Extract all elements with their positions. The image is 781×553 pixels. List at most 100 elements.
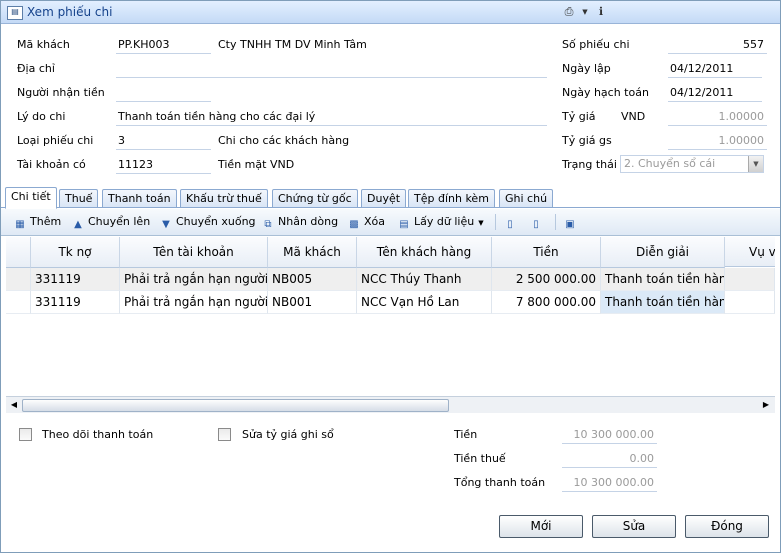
title-bar: ▤ Xem phiếu chi ⎙ ▼ ℹ — [1, 1, 780, 24]
chevron-down-icon[interactable]: ▼ — [748, 156, 763, 172]
column-header[interactable]: Tiền — [492, 237, 601, 268]
status-label: Trạng thái — [562, 158, 617, 171]
move-down-button[interactable]: ▼ Chuyển xuống — [159, 214, 256, 230]
tab-chi-tiet[interactable]: Chi tiết — [5, 187, 57, 209]
delete-icon: ▩ — [349, 219, 359, 230]
table-cell[interactable]: NB005 — [268, 268, 357, 291]
reason-field[interactable]: Thanh toán tiền hàng cho các đại lý — [116, 108, 547, 126]
info-icon[interactable]: ℹ — [593, 5, 609, 19]
dropdown-arrow-icon: ▼ — [478, 219, 484, 227]
window-title: Xem phiếu chi — [27, 5, 113, 19]
print-dropdown-icon[interactable]: ▼ — [577, 5, 593, 19]
tab-tep-dinh-kem[interactable]: Tệp đính kèm — [408, 189, 495, 207]
get-data-icon: ▤ — [399, 219, 409, 230]
voucher-type-field[interactable]: 3 — [116, 132, 211, 150]
table-cell[interactable]: NB001 — [268, 291, 357, 314]
column-header[interactable]: Tên tài khoản — [120, 237, 268, 268]
total-field: 10 300 000.00 — [562, 474, 657, 492]
tab-thue[interactable]: Thuế — [59, 189, 99, 207]
row-selector[interactable] — [6, 291, 31, 314]
import-up-button[interactable]: ▯ — [503, 214, 520, 230]
table-cell[interactable]: NCC Vạn Hồ Lan — [357, 291, 492, 314]
move-down-label: Chuyển xuống — [176, 215, 256, 228]
window-icon: ▤ — [7, 6, 23, 20]
voucher-type-name: Chi cho các khách hàng — [218, 134, 350, 147]
tab-chung-tu-goc[interactable]: Chứng từ gốc — [272, 189, 358, 207]
status-select-value: 2. Chuyển sổ cái — [624, 157, 716, 170]
horizontal-scrollbar[interactable]: ◀ ▶ — [6, 396, 775, 413]
delete-row-button[interactable]: ▩ Xóa — [347, 214, 385, 230]
exchange-rate-label: Tỷ giá — [562, 110, 596, 123]
status-select[interactable]: 2. Chuyển sổ cái ▼ — [620, 155, 764, 173]
table-cell[interactable]: 7 800 000.00 — [492, 291, 601, 314]
customer-code-field[interactable]: PP.KH003 — [116, 36, 211, 54]
close-button[interactable]: Đóng — [685, 515, 769, 538]
new-button[interactable]: Mới — [499, 515, 583, 538]
scroll-left-icon[interactable]: ◀ — [7, 398, 21, 412]
table-cell[interactable]: 331119 — [31, 268, 120, 291]
export-icon: ▣ — [565, 219, 575, 230]
add-row-label: Thêm — [30, 215, 62, 228]
table-cell[interactable] — [725, 291, 775, 314]
created-date-label: Ngày lập — [562, 62, 611, 75]
table-cell[interactable] — [725, 268, 775, 291]
reason-label: Lý do chi — [17, 110, 66, 123]
table-cell[interactable]: Thanh toán tiền hàng — [601, 268, 725, 291]
voucher-window: ▤ Xem phiếu chi ⎙ ▼ ℹ Mã khách PP.KH003 … — [0, 0, 781, 553]
posting-date-label: Ngày hạch toán — [562, 86, 649, 99]
table-cell[interactable]: 2 500 000.00 — [492, 268, 601, 291]
tab-duyet[interactable]: Duyệt — [361, 189, 407, 207]
duplicate-icon: ⧉ — [264, 219, 272, 230]
table-cell[interactable]: 331119 — [31, 291, 120, 314]
tax-amount-label: Tiền thuế — [454, 452, 506, 465]
column-header[interactable]: Diễn giải — [601, 237, 725, 268]
scroll-thumb[interactable] — [22, 399, 449, 412]
print-icon[interactable]: ⎙ — [561, 5, 577, 19]
voucher-header: Mã khách PP.KH003 Cty TNHH TM DV Minh Tâ… — [1, 24, 780, 184]
posting-date-field[interactable]: 04/12/2011 — [668, 84, 762, 102]
track-payment-checkbox[interactable] — [19, 428, 32, 441]
add-row-icon: ▦ — [15, 219, 25, 230]
get-data-label: Lấy dữ liệu — [414, 215, 475, 228]
get-data-button[interactable]: ▤ Lấy dữ liệu ▼ — [397, 214, 484, 230]
receiver-field[interactable] — [116, 84, 211, 102]
column-header[interactable]: Mã khách — [268, 237, 357, 268]
amount-field: 10 300 000.00 — [562, 426, 657, 444]
customer-name: Cty TNHH TM DV Minh Tâm — [218, 38, 367, 51]
export-button[interactable]: ▣ — [563, 214, 580, 230]
address-field[interactable] — [116, 60, 547, 78]
credit-account-field[interactable]: 11123 — [116, 156, 211, 174]
edit-rate-checkbox[interactable] — [218, 428, 231, 441]
exchange-rate-field[interactable]: 1.00000 — [668, 108, 767, 126]
toolbar-separator — [555, 214, 556, 230]
currency-code[interactable]: VND — [621, 108, 645, 125]
credit-account-label: Tài khoản có — [17, 158, 86, 171]
scroll-right-icon[interactable]: ▶ — [759, 398, 773, 412]
import-down-button[interactable]: ▯ — [529, 214, 546, 230]
add-row-button[interactable]: ▦ Thêm — [13, 214, 61, 230]
book-rate-field[interactable]: 1.00000 — [668, 132, 767, 150]
move-up-button[interactable]: ▲ Chuyển lên — [71, 214, 150, 230]
created-date-field[interactable]: 04/12/2011 — [668, 60, 762, 78]
table-cell[interactable]: NCC Thúy Thanh — [357, 268, 492, 291]
amount-label: Tiền — [454, 428, 478, 441]
table-cell[interactable]: Phải trả ngắn hạn người — [120, 291, 268, 314]
detail-grid: Tk nợ Tên tài khoản Mã khách Tên khách h… — [6, 237, 775, 395]
tab-khau-tru-thue[interactable]: Khấu trừ thuế — [180, 189, 268, 207]
address-label: Địa chỉ — [17, 62, 55, 75]
table-cell-selected[interactable]: Thanh toán tiền hàng — [601, 291, 725, 314]
column-header[interactable]: Tk nợ — [31, 237, 120, 268]
table-cell[interactable]: Phải trả ngắn hạn người — [120, 268, 268, 291]
edit-rate-label: Sửa tỷ giá ghi sổ — [242, 428, 334, 441]
duplicate-row-button[interactable]: ⧉ Nhân dòng — [261, 214, 338, 230]
duplicate-row-label: Nhân dòng — [278, 215, 339, 228]
arrow-down-icon: ▼ — [162, 219, 170, 230]
tab-thanh-toan[interactable]: Thanh toán — [102, 189, 177, 207]
edit-button[interactable]: Sửa — [592, 515, 676, 538]
column-header[interactable]: Tên khách hàng — [357, 237, 492, 268]
voucher-no-field[interactable]: 557 — [668, 36, 767, 54]
column-header[interactable]: Vụ v — [725, 237, 775, 267]
move-up-label: Chuyển lên — [88, 215, 151, 228]
tab-ghi-chu[interactable]: Ghi chú — [499, 189, 554, 207]
row-selector[interactable] — [6, 268, 31, 291]
